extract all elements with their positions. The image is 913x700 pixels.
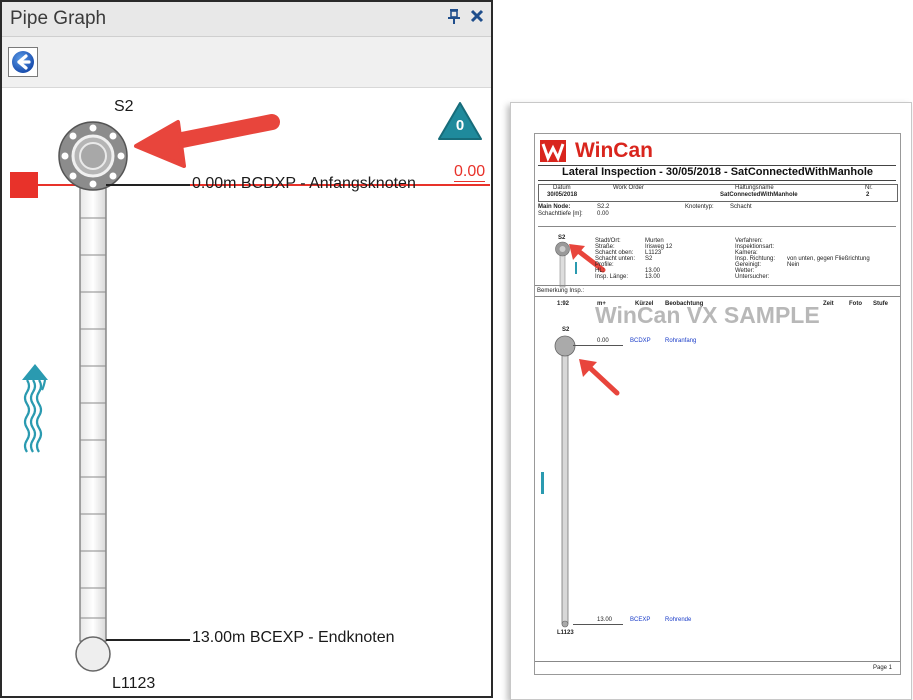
knotentyp-label: Knotentyp: bbox=[685, 204, 714, 210]
haltung-value: SatConnectedWithManhole bbox=[720, 192, 798, 198]
report-brand: WinCan bbox=[575, 139, 653, 162]
back-arrow-icon bbox=[12, 51, 34, 73]
info-length-val: 13.00 bbox=[645, 274, 661, 280]
obs2-line bbox=[573, 624, 623, 625]
report-flow-mark bbox=[541, 472, 544, 494]
report-heading-line-2 bbox=[538, 180, 896, 181]
pipe-drawing[interactable] bbox=[42, 88, 192, 688]
col-stufe: Stufe bbox=[873, 301, 888, 307]
pipe-graph-canvas[interactable]: 0.00 S2 0.00m BCDXP - Anfangsknoten 13.0… bbox=[2, 88, 491, 696]
col-scale: 1:92 bbox=[557, 301, 570, 307]
end-observation-label[interactable]: 13.00m BCEXP - Endknoten bbox=[192, 629, 395, 647]
info-richtung-val: von unten, gegen Fließrichtung bbox=[787, 256, 870, 262]
schachttiefe-label: Schachttiefe [m]: bbox=[538, 211, 583, 217]
position-marker[interactable] bbox=[10, 172, 38, 198]
panel-toolbar bbox=[2, 37, 491, 88]
red-arrow-annotation bbox=[134, 114, 280, 168]
sample-watermark: WinCan VX SAMPLE bbox=[595, 302, 820, 328]
obs1-text: Rohranfang bbox=[665, 338, 697, 344]
wincan-logo bbox=[540, 140, 566, 162]
info-untersucher-key: Untersucher: bbox=[735, 274, 770, 280]
report-heading: Lateral Inspection - 30/05/2018 - SatCon… bbox=[561, 166, 874, 178]
defects-badge[interactable]: 0 bbox=[436, 100, 484, 142]
obs1-line bbox=[573, 345, 623, 346]
work-order-label: Work Order bbox=[613, 185, 644, 191]
report-preview[interactable]: WinCan Lateral Inspection - 30/05/2018 -… bbox=[510, 102, 912, 700]
report-red-arrow bbox=[579, 359, 620, 396]
report-bottom-node: L1123 bbox=[557, 630, 574, 636]
mini-flow-mark bbox=[575, 262, 577, 274]
schachttiefe-value: 0.00 bbox=[597, 211, 609, 217]
info-lower-val: S2 bbox=[645, 256, 653, 262]
badge-count: 0 bbox=[455, 117, 465, 134]
back-button[interactable] bbox=[8, 47, 38, 77]
position-value: 0.00 bbox=[454, 163, 486, 182]
pin-icon[interactable] bbox=[447, 8, 461, 29]
end-node-label: L1123 bbox=[112, 675, 156, 692]
flow-direction-icon bbox=[22, 364, 48, 453]
panel-titlebar: Pipe Graph bbox=[2, 2, 491, 37]
col-zeit: Zeit bbox=[823, 301, 834, 307]
col-foto: Foto bbox=[849, 301, 862, 307]
start-manhole-icon[interactable] bbox=[58, 121, 128, 191]
report-footer-line bbox=[535, 661, 900, 662]
nr-value: 2 bbox=[866, 192, 870, 198]
obs2-text: Rohrende bbox=[665, 617, 692, 623]
end-observation-leader bbox=[106, 639, 190, 641]
knotentyp-value: Schacht bbox=[730, 204, 752, 210]
obs1-code: BCDXP bbox=[630, 338, 651, 344]
page-number: Page 1 bbox=[873, 665, 893, 671]
datum-value: 30/05/2018 bbox=[547, 192, 578, 198]
pipe-graph-panel: Pipe Graph 0.00 S2 0.00m BCDXP - Anfangs… bbox=[0, 0, 493, 698]
bemerkung-label: Bemerkung Insp.: bbox=[537, 288, 585, 294]
close-icon[interactable] bbox=[470, 8, 484, 28]
section-divider bbox=[538, 226, 896, 227]
obs1-meter: 0.00 bbox=[597, 338, 609, 344]
nr-label: Nr. bbox=[865, 185, 873, 191]
obs2-code: BCEXP bbox=[630, 617, 651, 623]
end-node-icon[interactable] bbox=[75, 636, 111, 672]
info-gereinigt-val: Nein bbox=[787, 262, 800, 268]
main-node-label: Main Node: bbox=[538, 204, 571, 210]
haltung-label: Haltungsname bbox=[735, 185, 774, 191]
datum-label: Datum bbox=[553, 185, 571, 191]
report-top-node: S2 bbox=[562, 327, 570, 333]
main-node-value: S2.2 bbox=[597, 204, 610, 210]
bemerkung-divider bbox=[535, 285, 900, 286]
report-page: WinCan Lateral Inspection - 30/05/2018 -… bbox=[534, 133, 901, 675]
table-divider bbox=[535, 296, 900, 297]
panel-title: Pipe Graph bbox=[10, 8, 107, 29]
obs2-meter: 13.00 bbox=[597, 617, 613, 623]
header-table bbox=[538, 184, 898, 202]
info-length-key: Insp. Länge: bbox=[595, 274, 629, 280]
start-observation-leader bbox=[106, 184, 190, 186]
